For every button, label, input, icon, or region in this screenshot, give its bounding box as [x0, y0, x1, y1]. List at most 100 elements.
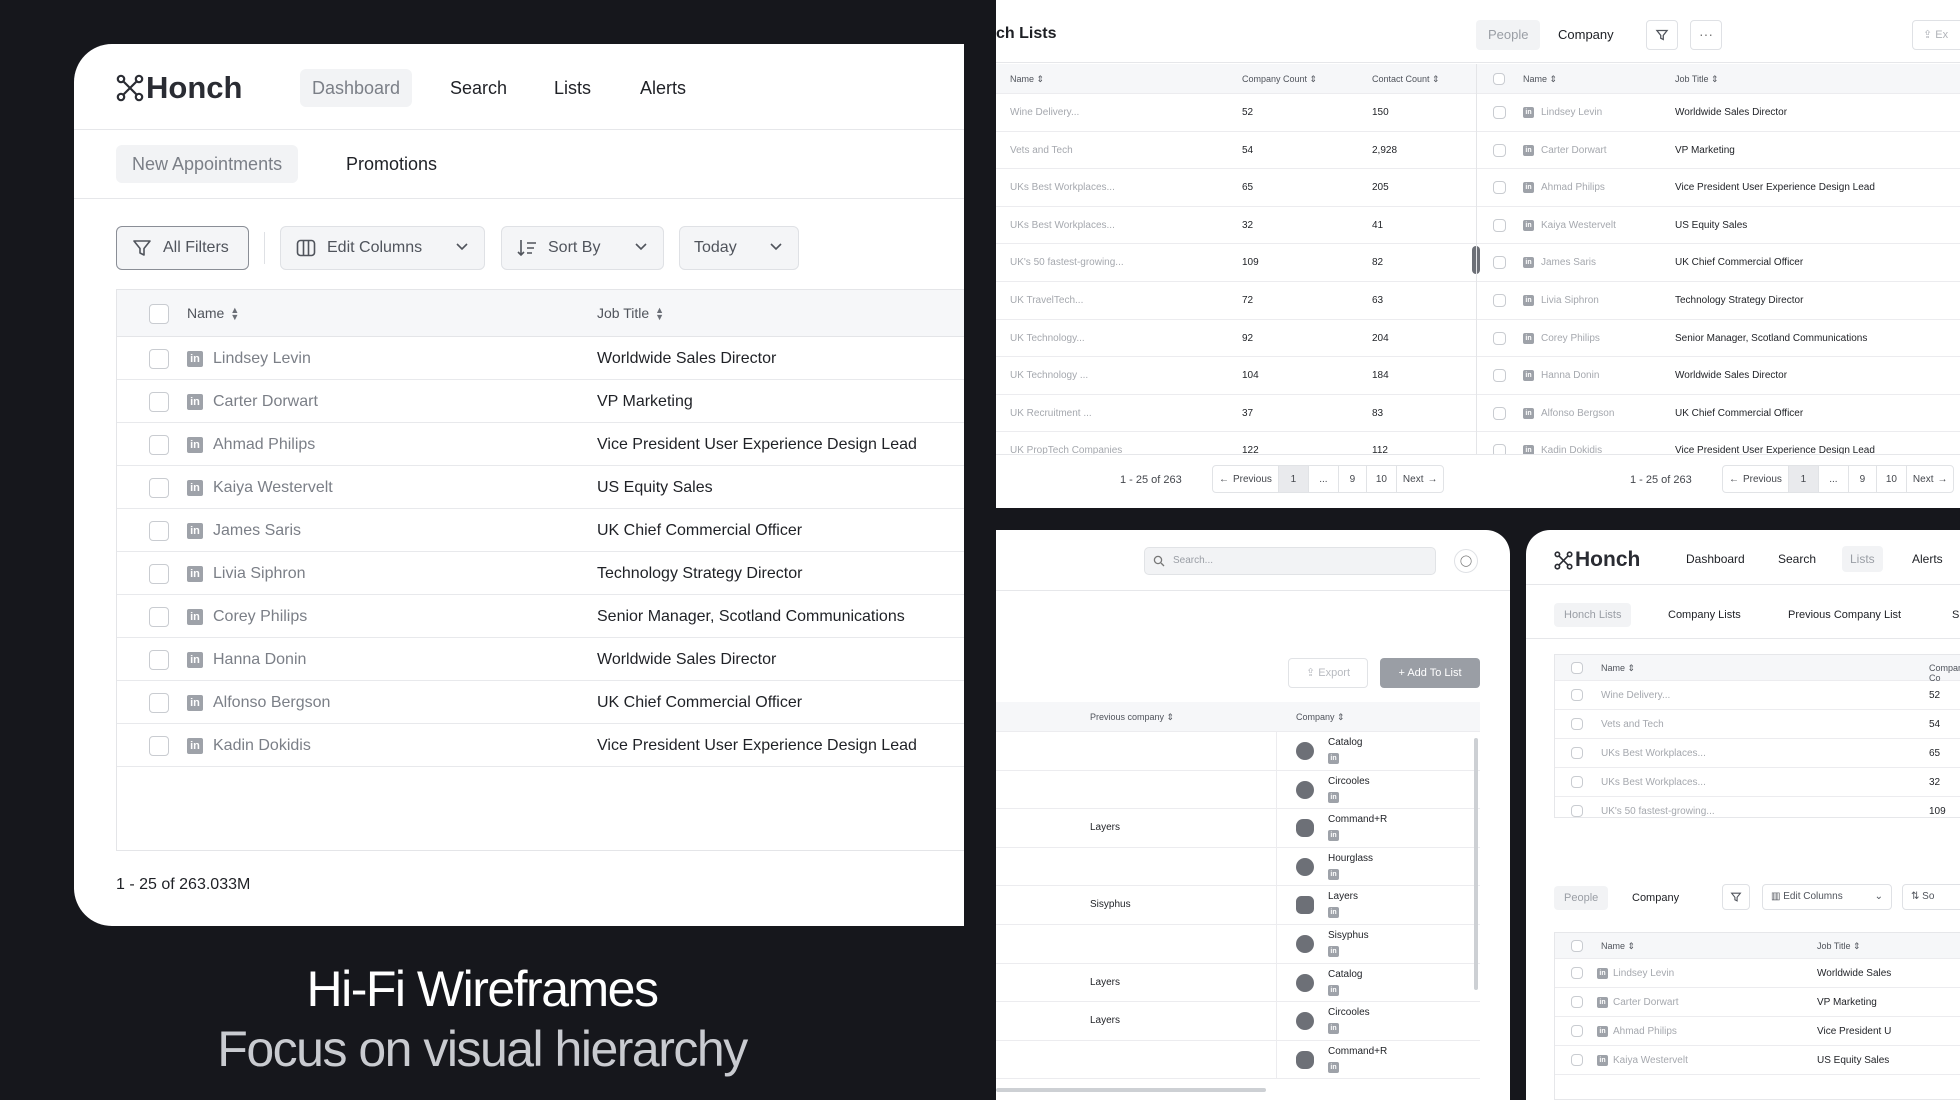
- table-row[interactable]: Layers Command+R in: [996, 809, 1480, 848]
- person-name[interactable]: Carter Dorwart: [1541, 145, 1607, 156]
- person-name[interactable]: Kadin Dokidis: [1541, 445, 1602, 454]
- linkedin-icon[interactable]: in: [1328, 753, 1339, 764]
- linkedin-icon[interactable]: in: [1523, 370, 1534, 382]
- linkedin-icon[interactable]: in: [1523, 144, 1534, 156]
- person-name[interactable]: Lindsey Levin: [213, 350, 311, 368]
- linkedin-icon[interactable]: in: [1523, 332, 1534, 344]
- list-name[interactable]: Wine Delivery...: [1601, 690, 1670, 701]
- linkedin-icon[interactable]: in: [187, 566, 203, 582]
- table-row[interactable]: in Carter Dorwart VP Marketing: [1555, 988, 1960, 1017]
- company-name[interactable]: Layers: [1328, 891, 1358, 902]
- row-checkbox[interactable]: [149, 478, 169, 498]
- sort-by-button[interactable]: Sort By: [501, 226, 664, 270]
- column-previous-company-header[interactable]: Previous company ⇕: [1090, 712, 1174, 723]
- row-checkbox[interactable]: [1571, 689, 1583, 701]
- column-job-title-header[interactable]: Job Title ▲ ▼: [597, 305, 664, 322]
- person-name[interactable]: Ahmad Philips: [213, 436, 315, 454]
- list-name[interactable]: UK TravelTech...: [1010, 295, 1083, 306]
- person-name[interactable]: Kadin Dokidis: [213, 737, 311, 755]
- linkedin-icon[interactable]: in: [1523, 182, 1534, 194]
- column-name-header[interactable]: Name ▲ ▼: [187, 305, 239, 322]
- segment-company[interactable]: Company: [1546, 20, 1626, 50]
- page-1[interactable]: 1: [1788, 466, 1819, 492]
- table-row[interactable]: in James Saris UK Chief Commercial Officer: [117, 509, 964, 552]
- linkedin-icon[interactable]: in: [1328, 946, 1339, 957]
- linkedin-icon[interactable]: in: [187, 738, 203, 754]
- nav-dashboard[interactable]: Dashboard: [300, 69, 413, 107]
- list-name[interactable]: UKs Best Workplaces...: [1601, 777, 1706, 788]
- nav-lists[interactable]: Lists: [1842, 546, 1883, 572]
- person-name[interactable]: Kaiya Westervelt: [213, 479, 333, 497]
- table-row[interactable]: in Lindsey Levin Worldwide Sales: [1555, 959, 1960, 988]
- row-checkbox[interactable]: [1493, 256, 1506, 270]
- list-name[interactable]: UKs Best Workplaces...: [1010, 220, 1115, 231]
- person-name[interactable]: Kaiya Westervelt: [1541, 220, 1616, 231]
- row-checkbox[interactable]: [1493, 294, 1506, 307]
- column-name-header[interactable]: Name ⇕: [1010, 74, 1044, 85]
- select-all-checkbox[interactable]: [1571, 940, 1583, 952]
- linkedin-icon[interactable]: in: [187, 652, 203, 668]
- page-9[interactable]: 9: [1849, 466, 1877, 492]
- person-name[interactable]: Ahmad Philips: [1613, 1026, 1677, 1037]
- honch-logo[interactable]: Honch: [116, 70, 242, 106]
- row-checkbox[interactable]: [1571, 967, 1583, 979]
- row-checkbox[interactable]: [1571, 996, 1583, 1008]
- row-checkbox[interactable]: [1493, 406, 1506, 420]
- segment-company[interactable]: Company: [1632, 892, 1679, 904]
- row-checkbox[interactable]: [149, 349, 169, 369]
- column-name-header[interactable]: Name ⇕: [1523, 74, 1557, 85]
- linkedin-icon[interactable]: in: [187, 437, 203, 453]
- company-name[interactable]: Catalog: [1328, 969, 1362, 980]
- linkedin-icon[interactable]: in: [1597, 968, 1608, 979]
- table-row[interactable]: Layers Circooles in: [996, 1002, 1480, 1041]
- linkedin-icon[interactable]: in: [187, 480, 203, 496]
- row-checkbox[interactable]: [149, 564, 169, 584]
- table-row[interactable]: in Alfonso Bergson UK Chief Commercial Off…: [117, 681, 964, 724]
- person-name[interactable]: Kaiya Westervelt: [1613, 1055, 1688, 1066]
- list-name[interactable]: UK PropTech Companies: [1010, 445, 1122, 454]
- linkedin-icon[interactable]: in: [1328, 1023, 1339, 1035]
- row-checkbox[interactable]: [149, 693, 169, 713]
- tab-previous-company-list[interactable]: Previous Company List: [1788, 609, 1901, 621]
- linkedin-icon[interactable]: in: [1328, 907, 1339, 919]
- table-row[interactable]: in Lindsey Levin Worldwide Sales Director: [1477, 94, 1960, 132]
- previous-page-button[interactable]: ← Previous: [1723, 466, 1789, 492]
- table-row[interactable]: in Carter Dorwart VP Marketing: [1477, 132, 1960, 170]
- search-input[interactable]: Search...: [1144, 547, 1436, 575]
- linkedin-icon[interactable]: in: [1523, 445, 1534, 454]
- column-contact-count-header[interactable]: Contact Count ⇕: [1372, 74, 1440, 85]
- table-row[interactable]: Vets and Tech 54: [1555, 710, 1960, 739]
- page-9[interactable]: 9: [1339, 466, 1367, 492]
- person-name[interactable]: Ahmad Philips: [1541, 182, 1605, 193]
- table-row[interactable]: Sisyphus Layers in: [996, 886, 1480, 925]
- table-row[interactable]: in Corey Philips Senior Manager, Scotland …: [117, 595, 964, 638]
- person-name[interactable]: Hanna Donin: [1541, 370, 1599, 381]
- row-checkbox[interactable]: [1493, 444, 1506, 454]
- linkedin-icon[interactable]: in: [1523, 107, 1534, 118]
- tab-more[interactable]: S: [1952, 609, 1959, 621]
- table-row[interactable]: Wine Delivery... 52: [1555, 681, 1960, 710]
- linkedin-icon[interactable]: in: [1597, 1026, 1608, 1037]
- column-name-header[interactable]: Name ⇕: [1601, 941, 1635, 952]
- column-company-count-header[interactable]: Company Co: [1929, 663, 1960, 683]
- row-checkbox[interactable]: [1571, 718, 1583, 730]
- table-row[interactable]: Wine Delivery... 52 150: [996, 94, 1476, 132]
- linkedin-icon[interactable]: in: [187, 394, 203, 410]
- table-row[interactable]: Sisyphus in: [996, 925, 1480, 964]
- select-all-checkbox[interactable]: [1493, 73, 1505, 85]
- nav-alerts[interactable]: Alerts: [628, 69, 698, 107]
- list-name[interactable]: UK Technology...: [1010, 333, 1085, 344]
- table-row[interactable]: UK's 50 fastest-growing... 109 82: [996, 244, 1476, 282]
- filter-button[interactable]: [1722, 884, 1750, 910]
- list-name[interactable]: Vets and Tech: [1010, 145, 1073, 156]
- page-1[interactable]: 1: [1278, 466, 1309, 492]
- row-checkbox[interactable]: [1493, 331, 1506, 345]
- table-row[interactable]: in James Saris UK Chief Commercial Officer: [1477, 244, 1960, 282]
- company-name[interactable]: Command+R: [1328, 814, 1387, 825]
- linkedin-icon[interactable]: in: [1523, 219, 1534, 231]
- all-filters-button[interactable]: All Filters: [116, 226, 249, 270]
- row-checkbox[interactable]: [1493, 181, 1506, 195]
- linkedin-icon[interactable]: in: [1523, 257, 1534, 269]
- linkedin-icon[interactable]: in: [187, 695, 203, 711]
- table-row[interactable]: in Carter Dorwart VP Marketing: [117, 380, 964, 423]
